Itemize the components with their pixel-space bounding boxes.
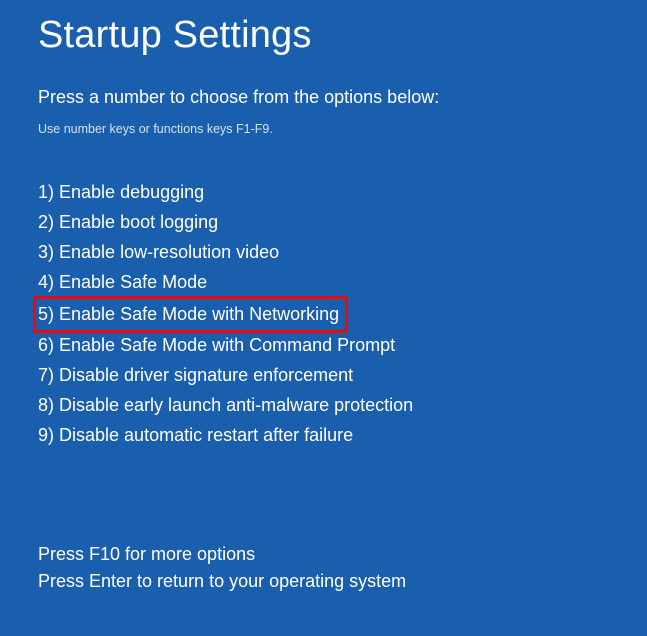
option-label: Enable boot logging	[59, 212, 218, 232]
option-label: Enable debugging	[59, 182, 204, 202]
option-1[interactable]: 1) Enable debugging	[38, 178, 204, 207]
option-7[interactable]: 7) Disable driver signature enforcement	[38, 361, 353, 390]
option-9[interactable]: 9) Disable automatic restart after failu…	[38, 421, 353, 450]
option-6[interactable]: 6) Enable Safe Mode with Command Prompt	[38, 331, 395, 360]
option-label: Disable early launch anti-malware protec…	[59, 395, 413, 415]
options-list: 1) Enable debugging 2) Enable boot loggi…	[38, 178, 609, 451]
option-label: Enable Safe Mode	[59, 272, 207, 292]
option-label: 6	[38, 335, 48, 355]
footer: Press F10 for more options Press Enter t…	[38, 541, 609, 595]
option-label: 8	[38, 395, 48, 415]
option-3[interactable]: 3) Enable low-resolution video	[38, 238, 279, 267]
hint-text: Use number keys or functions keys F1-F9.	[38, 122, 609, 136]
option-label: Disable driver signature enforcement	[59, 365, 353, 385]
option-4[interactable]: 4) Enable Safe Mode	[38, 268, 207, 297]
option-label: 3	[38, 242, 48, 262]
option-label: 9	[38, 425, 48, 445]
option-label: Enable low-resolution video	[59, 242, 279, 262]
option-5[interactable]: 5) Enable Safe Mode with Networking	[33, 296, 348, 333]
footer-more-options: Press F10 for more options	[38, 541, 609, 568]
option-2[interactable]: 2) Enable boot logging	[38, 208, 218, 237]
option-label: 2	[38, 212, 48, 232]
page-title: Startup Settings	[38, 14, 609, 57]
footer-return: Press Enter to return to your operating …	[38, 568, 609, 595]
instruction-text: Press a number to choose from the option…	[38, 87, 609, 108]
option-label: 5	[38, 304, 48, 324]
option-label: 7	[38, 365, 48, 385]
option-label: 4	[38, 272, 48, 292]
option-label: Disable automatic restart after failure	[59, 425, 353, 445]
option-label: Enable Safe Mode with Networking	[59, 304, 339, 324]
option-label: 1	[38, 182, 48, 202]
option-8[interactable]: 8) Disable early launch anti-malware pro…	[38, 391, 413, 420]
option-label: Enable Safe Mode with Command Prompt	[59, 335, 395, 355]
